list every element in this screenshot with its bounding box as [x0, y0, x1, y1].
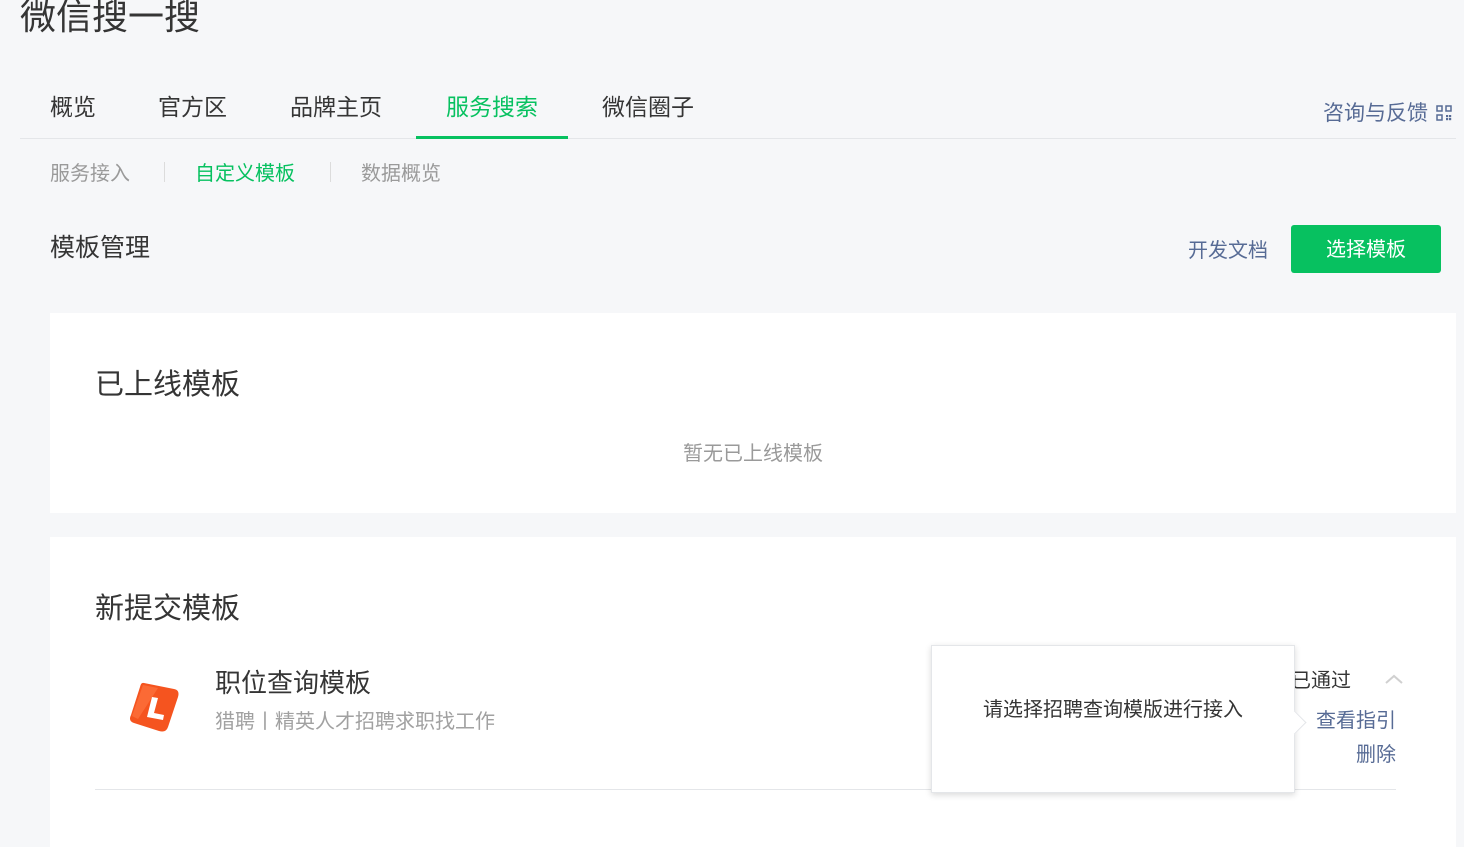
subtab-divider	[330, 162, 331, 182]
tab-brand-homepage[interactable]: 品牌主页	[290, 90, 382, 138]
tab-overview[interactable]: 概览	[50, 90, 96, 138]
liepin-logo-icon	[130, 682, 179, 732]
status-badge: 已通过	[1291, 668, 1351, 692]
tab-service-search[interactable]: 服务搜索	[416, 90, 568, 139]
chevron-up-icon[interactable]	[1384, 673, 1404, 685]
subtab-divider	[164, 162, 165, 182]
view-guide-link[interactable]: 查看指引	[1316, 705, 1396, 735]
qr-code-icon	[1436, 105, 1452, 121]
new-templates-title: 新提交模板	[95, 591, 241, 625]
delete-link[interactable]: 删除	[1356, 739, 1396, 769]
tooltip-text: 请选择招聘查询模版进行接入	[983, 697, 1243, 721]
subtab-data-overview[interactable]: 数据概览	[361, 159, 441, 187]
online-templates-card: 已上线模板 暂无已上线模板	[50, 313, 1456, 513]
tab-wechat-circle[interactable]: 微信圈子	[602, 90, 694, 138]
page-title: 模板管理	[50, 233, 151, 262]
template-name: 职位查询模板	[215, 669, 372, 699]
tab-official-zone[interactable]: 官方区	[158, 90, 227, 138]
feedback-link[interactable]: 咨询与反馈	[1323, 98, 1452, 128]
top-tab-bar: 概览 官方区 品牌主页 服务搜索 微信圈子 咨询与反馈	[20, 80, 1456, 139]
select-template-button[interactable]: 选择模板	[1291, 225, 1441, 273]
app-title: 微信搜一搜	[20, 0, 201, 38]
empty-state-text: 暂无已上线模板	[683, 441, 823, 465]
online-templates-title: 已上线模板	[95, 367, 241, 401]
dev-doc-link[interactable]: 开发文档	[1188, 236, 1268, 264]
subtab-custom-template[interactable]: 自定义模板	[195, 159, 295, 187]
feedback-label: 咨询与反馈	[1323, 101, 1428, 125]
subtab-service-access[interactable]: 服务接入	[50, 159, 130, 187]
template-description: 猎聘丨精英人才招聘求职找工作	[215, 709, 495, 733]
guide-tooltip: 请选择招聘查询模版进行接入	[931, 645, 1307, 793]
